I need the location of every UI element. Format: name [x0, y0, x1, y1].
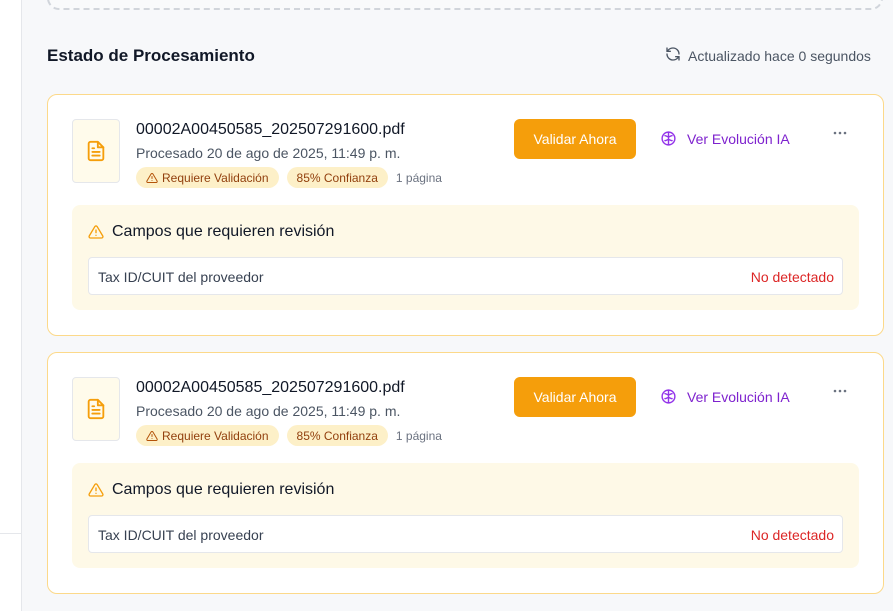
document-card: 00002A00450585_202507291600.pdf Procesad…: [47, 94, 884, 336]
file-name: 00002A00450585_202507291600.pdf: [136, 121, 405, 138]
review-title: Campos que requieren revisión: [88, 481, 334, 499]
more-options-icon[interactable]: [832, 383, 848, 399]
validate-now-button[interactable]: Validar Ahora: [514, 119, 636, 159]
file-document-icon: [72, 377, 120, 441]
badge-row: Requiere Validación 85% Confianza 1 pági…: [136, 167, 442, 188]
refresh-label: Actualizado hace 0 segundos: [688, 47, 871, 64]
warning-icon: [88, 483, 104, 497]
review-title: Campos que requieren revisión: [88, 223, 334, 241]
validate-now-button[interactable]: Validar Ahora: [514, 377, 636, 417]
review-title-label: Campos que requieren revisión: [112, 481, 335, 498]
left-panel-divider: [0, 533, 22, 534]
field-name: Tax ID/CUIT del proveedor: [98, 269, 264, 285]
upload-dropzone[interactable]: [47, 0, 883, 10]
warning-icon: [146, 172, 158, 183]
left-panel: [0, 0, 22, 611]
page-count: 1 página: [395, 428, 442, 443]
file-document-icon: [72, 119, 120, 183]
ai-link-label: Ver Evolución IA: [687, 388, 790, 405]
field-name: Tax ID/CUIT del proveedor: [98, 527, 264, 543]
confidence-badge: 85% Confianza: [286, 167, 388, 188]
processed-timestamp: Procesado 20 de ago de 2025, 11:49 p. m.: [136, 403, 401, 419]
review-fields-panel: Campos que requieren revisión Tax ID/CUI…: [72, 205, 859, 310]
confidence-badge: 85% Confianza: [286, 425, 388, 446]
validation-badge-label: Requiere Validación: [162, 170, 269, 185]
review-field-row[interactable]: Tax ID/CUIT del proveedor No detectado: [88, 257, 843, 295]
ai-link-label: Ver Evolución IA: [687, 130, 790, 147]
file-name: 00002A00450585_202507291600.pdf: [136, 379, 405, 396]
view-ai-evolution-link[interactable]: Ver Evolución IA: [660, 388, 790, 405]
requires-validation-badge: Requiere Validación: [136, 167, 279, 188]
section-title: Estado de Procesamiento: [47, 46, 255, 65]
warning-icon: [88, 225, 104, 239]
document-card: 00002A00450585_202507291600.pdf Procesad…: [47, 352, 884, 594]
processing-section-header: Estado de Procesamiento Actualizado hace…: [47, 44, 893, 68]
processed-timestamp: Procesado 20 de ago de 2025, 11:49 p. m.: [136, 145, 401, 161]
refresh-icon[interactable]: [665, 46, 681, 65]
review-fields-panel: Campos que requieren revisión Tax ID/CUI…: [72, 463, 859, 568]
more-options-icon[interactable]: [832, 125, 848, 141]
badge-row: Requiere Validación 85% Confianza 1 pági…: [136, 425, 442, 446]
refresh-status[interactable]: Actualizado hace 0 segundos: [665, 46, 871, 65]
field-status: No detectado: [750, 527, 834, 543]
requires-validation-badge: Requiere Validación: [136, 425, 279, 446]
field-status: No detectado: [750, 269, 834, 285]
view-ai-evolution-link[interactable]: Ver Evolución IA: [660, 130, 790, 147]
review-title-label: Campos que requieren revisión: [112, 223, 335, 240]
brain-icon: [661, 131, 676, 146]
review-field-row[interactable]: Tax ID/CUIT del proveedor No detectado: [88, 515, 843, 553]
validation-badge-label: Requiere Validación: [162, 428, 269, 443]
warning-icon: [146, 430, 158, 441]
brain-icon: [661, 389, 676, 404]
page-count: 1 página: [395, 170, 442, 185]
